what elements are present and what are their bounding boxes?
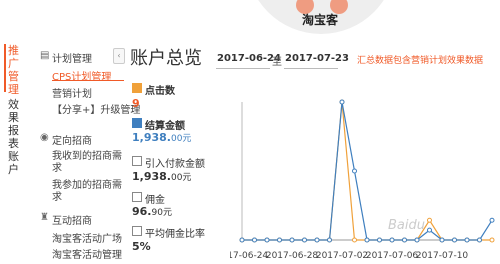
series-line-1 bbox=[242, 101, 493, 241]
logo-text[interactable]: 淘宝客 bbox=[302, 11, 338, 28]
metric-payment-value: 1,938.00元 bbox=[132, 170, 192, 183]
series-1-point[interactable] bbox=[264, 237, 270, 243]
metric-commission-value: 96.90元 bbox=[132, 205, 172, 218]
nav-promotion-management[interactable]: 推广管理 bbox=[8, 44, 22, 96]
menu-group-interactive-recruit: 互动招商 bbox=[52, 216, 92, 227]
active-item-underline bbox=[52, 80, 124, 81]
menu-item-joined-recruit[interactable]: 我参加的招商需求 bbox=[52, 180, 130, 204]
series-1-point[interactable] bbox=[289, 237, 295, 243]
date-end-field[interactable]: 2017-07-23 bbox=[285, 53, 349, 64]
x-tick-label: 2017-07-10 bbox=[416, 251, 469, 261]
page-title: 账户总览 bbox=[130, 48, 202, 69]
series-1-point[interactable] bbox=[489, 217, 495, 223]
series-line-0 bbox=[242, 101, 492, 241]
metric-payment-label: 引入付款金额 bbox=[145, 159, 205, 170]
x-tick-label: 2017-06-24 bbox=[230, 251, 268, 261]
date-start-underline bbox=[216, 68, 270, 69]
menu-item-received-recruit[interactable]: 我收到的招商需求 bbox=[52, 151, 130, 175]
metric-settlement-label: 结算金额 bbox=[145, 121, 185, 132]
metric-commission-checkbox[interactable] bbox=[132, 192, 142, 202]
nav-active-indicator bbox=[4, 44, 6, 92]
trophy-icon: ♜ bbox=[40, 212, 49, 223]
collapse-sidebar-button[interactable]: ‹ bbox=[113, 48, 125, 64]
watermark-text: Baidu bbox=[388, 218, 425, 233]
series-1-point[interactable] bbox=[414, 237, 420, 243]
metric-commission-label: 佣金 bbox=[145, 195, 165, 206]
metric-clicks-value: 9 bbox=[132, 97, 140, 110]
series-1-point[interactable] bbox=[389, 237, 395, 243]
menu-item-activity-management[interactable]: 淘宝客活动管理 bbox=[52, 246, 122, 261]
series-1-point[interactable] bbox=[377, 237, 382, 243]
series-1-point[interactable] bbox=[452, 237, 457, 243]
series-1-point[interactable] bbox=[339, 99, 345, 105]
metric-settlement-checkbox[interactable] bbox=[132, 118, 142, 128]
series-1-point[interactable] bbox=[464, 237, 470, 243]
metric-avg-rate-value: 5% bbox=[132, 240, 151, 253]
date-end-underline bbox=[284, 68, 338, 69]
metric-settlement-value: 1,938.00元 bbox=[132, 131, 192, 144]
metric-avg-rate-checkbox[interactable] bbox=[132, 226, 142, 236]
menu-group-plan-management: 计划管理 bbox=[52, 54, 92, 65]
series-1-point[interactable] bbox=[314, 237, 320, 243]
series-1-point[interactable] bbox=[402, 237, 407, 243]
metric-clicks-checkbox[interactable] bbox=[132, 83, 142, 93]
series-1-point[interactable] bbox=[252, 237, 257, 243]
location-pin-icon: ◉ bbox=[40, 132, 49, 143]
series-1-point[interactable] bbox=[239, 237, 245, 243]
nav-account[interactable]: 账户 bbox=[8, 150, 22, 176]
series-0-point[interactable] bbox=[427, 217, 432, 223]
menu-group-targeted-recruit: 定向招商 bbox=[52, 136, 92, 147]
series-1-point[interactable] bbox=[327, 237, 332, 243]
x-tick-label: 2017-06-28 bbox=[266, 251, 319, 261]
series-0-point[interactable] bbox=[489, 237, 495, 243]
series-1-point[interactable] bbox=[364, 237, 370, 243]
series-1-point[interactable] bbox=[352, 168, 357, 174]
series-1-point[interactable] bbox=[277, 237, 282, 243]
x-tick-label: 2017-07-06 bbox=[366, 251, 419, 261]
series-1-point[interactable] bbox=[302, 237, 307, 243]
menu-item-activity-square[interactable]: 淘宝客活动广场 bbox=[52, 230, 122, 245]
series-1-point[interactable] bbox=[477, 237, 482, 243]
document-icon: ▤ bbox=[40, 50, 50, 61]
series-1-point[interactable] bbox=[427, 227, 432, 233]
metric-avg-rate-label: 平均佣金比率 bbox=[145, 229, 205, 240]
series-0-point[interactable] bbox=[352, 237, 357, 243]
clicks-settlement-line-chart: 2017-06-242017-06-282017-07-022017-07-06… bbox=[230, 99, 495, 261]
x-tick-label: 2017-07-02 bbox=[316, 251, 368, 261]
summary-note: 汇总数据包含营销计划效果数据 bbox=[357, 56, 484, 66]
menu-item-share-upgrade[interactable]: 【分享+】升级管理 bbox=[52, 101, 140, 116]
series-1-point[interactable] bbox=[439, 237, 445, 243]
date-separator: 至 bbox=[272, 57, 282, 68]
metric-payment-checkbox[interactable] bbox=[132, 156, 142, 166]
metric-clicks-label: 点击数 bbox=[145, 86, 175, 97]
menu-item-marketing-plan[interactable]: 营销计划 bbox=[52, 85, 92, 100]
nav-effect-reports[interactable]: 效果报表 bbox=[8, 98, 22, 150]
